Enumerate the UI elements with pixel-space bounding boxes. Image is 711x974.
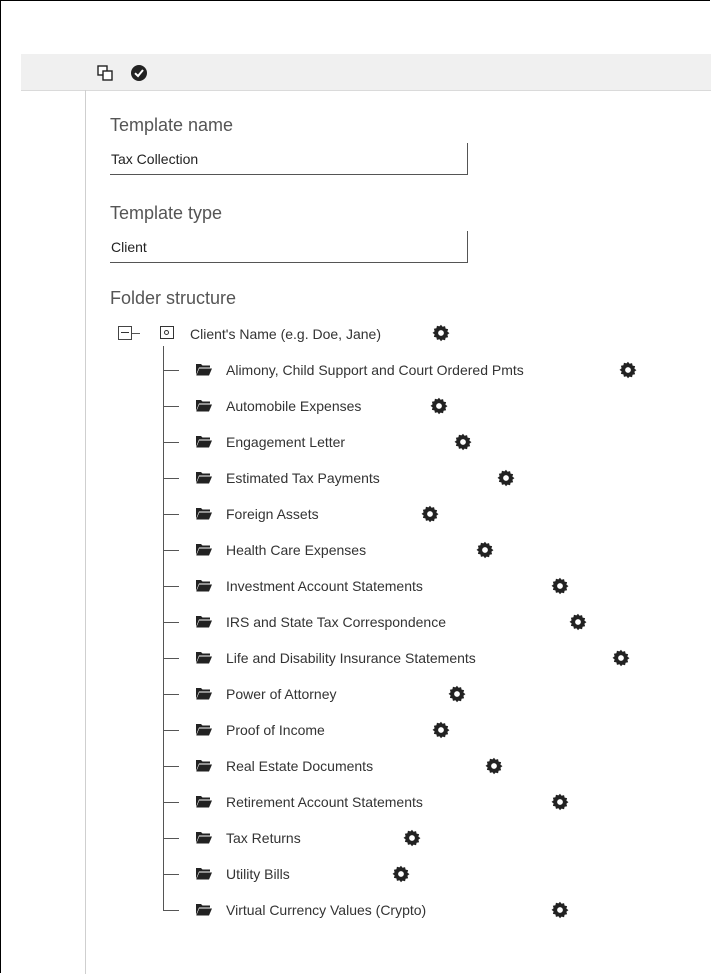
- tree-connector: [163, 478, 179, 479]
- tree-folder-label: Life and Disability Insurance Statements: [226, 650, 476, 666]
- tree-folder-item[interactable]: Life and Disability Insurance Statements: [163, 646, 711, 670]
- tree-folder-label: IRS and State Tax Correspondence: [226, 614, 446, 630]
- tree-connector: [163, 802, 179, 803]
- tree-folder-item[interactable]: Estimated Tax Payments: [163, 466, 711, 490]
- tree-folder-item[interactable]: Utility Bills: [163, 862, 711, 886]
- folder-open-icon: [196, 580, 212, 592]
- tree-folder-item[interactable]: Foreign Assets: [163, 502, 711, 526]
- tree-connector: [163, 874, 179, 875]
- folder-settings-gear-icon[interactable]: [551, 901, 569, 919]
- tree-folder-label: Investment Account Statements: [226, 578, 423, 594]
- folder-open-icon: [196, 544, 212, 556]
- tree-folder-item[interactable]: Engagement Letter: [163, 430, 711, 454]
- tree-folder-item[interactable]: Investment Account Statements: [163, 574, 711, 598]
- collapse-toggle-icon[interactable]: [118, 326, 132, 340]
- folder-open-icon: [196, 400, 212, 412]
- folder-open-icon: [196, 652, 212, 664]
- tree-folder-label: Health Care Expenses: [226, 542, 367, 558]
- folder-open-icon: [196, 904, 212, 916]
- tree-connector: [163, 730, 179, 731]
- folder-settings-gear-icon[interactable]: [430, 397, 448, 415]
- tree-folder-label: Proof of Income: [226, 722, 325, 738]
- folder-settings-gear-icon[interactable]: [403, 829, 421, 847]
- tree-connector: [163, 622, 179, 623]
- template-type-value: Client: [111, 239, 147, 255]
- tree-connector: [163, 658, 179, 659]
- tree-folder-item[interactable]: Proof of Income: [163, 718, 711, 742]
- folder-settings-gear-icon[interactable]: [612, 649, 630, 667]
- folder-open-icon: [196, 616, 212, 628]
- tree-folder-item[interactable]: Alimony, Child Support and Court Ordered…: [163, 358, 711, 382]
- folder-settings-gear-icon[interactable]: [448, 685, 466, 703]
- tree-connector: [163, 766, 179, 767]
- tree-folder-item[interactable]: Tax Returns: [163, 826, 711, 850]
- folder-open-icon: [196, 364, 212, 376]
- tree-connector: [163, 910, 179, 911]
- folder-open-icon: [196, 832, 212, 844]
- content-left-border: [85, 90, 86, 974]
- folder-open-icon: [196, 760, 212, 772]
- folder-settings-gear-icon[interactable]: [485, 757, 503, 775]
- tree-folder-item[interactable]: Real Estate Documents: [163, 754, 711, 778]
- template-type-label: Template type: [110, 203, 223, 223]
- tree-folder-label: Real Estate Documents: [226, 758, 374, 774]
- tree-connector: [163, 514, 179, 515]
- tree-folder-label: Foreign Assets: [226, 506, 319, 522]
- template-type-field[interactable]: Client: [110, 231, 468, 263]
- tree-connector: [163, 694, 179, 695]
- tree-folder-item[interactable]: Automobile Expenses: [163, 394, 711, 418]
- template-name-value: Tax Collection: [111, 151, 199, 167]
- folder-settings-gear-icon[interactable]: [432, 721, 450, 739]
- tree-connector: [163, 406, 179, 407]
- tree-root-label: Client's Name (e.g. Doe, Jane): [190, 326, 381, 342]
- folder-settings-gear-icon[interactable]: [392, 865, 410, 883]
- folder-open-icon: [196, 472, 212, 484]
- tree-connector: [163, 586, 179, 587]
- tree-folder-label: Engagement Letter: [226, 434, 346, 450]
- folder-open-icon: [196, 796, 212, 808]
- template-name-field[interactable]: Tax Collection: [110, 143, 468, 175]
- tree-connector: [132, 333, 140, 334]
- folder-open-icon: [196, 688, 212, 700]
- folder-open-icon: [196, 508, 212, 520]
- folder-settings-gear-icon[interactable]: [551, 793, 569, 811]
- folder-open-icon: [196, 868, 212, 880]
- folder-settings-gear-icon[interactable]: [551, 577, 569, 595]
- tree-folder-label: Tax Returns: [226, 830, 301, 846]
- client-folder-icon: [160, 326, 174, 339]
- tree-folder-item[interactable]: Retirement Account Statements: [163, 790, 711, 814]
- tree-folder-label: Automobile Expenses: [226, 398, 362, 414]
- tree-connector: [163, 442, 179, 443]
- folder-settings-gear-icon[interactable]: [476, 541, 494, 559]
- tree-root-node[interactable]: Client's Name (e.g. Doe, Jane): [118, 322, 711, 346]
- folder-open-icon: [196, 724, 212, 736]
- tree-folder-label: Retirement Account Statements: [226, 794, 423, 810]
- tree-folder-item[interactable]: IRS and State Tax Correspondence: [163, 610, 711, 634]
- check-circle-icon[interactable]: [129, 63, 149, 83]
- template-name-label: Template name: [110, 115, 234, 135]
- folder-settings-gear-icon[interactable]: [497, 469, 515, 487]
- tree-folder-label: Power of Attorney: [226, 686, 337, 702]
- copy-icon[interactable]: [95, 63, 115, 83]
- folder-settings-gear-icon[interactable]: [619, 361, 637, 379]
- tree-connector: [163, 370, 179, 371]
- tree-folder-item[interactable]: Virtual Currency Values (Crypto): [163, 898, 711, 922]
- tree-folder-label: Alimony, Child Support and Court Ordered…: [226, 362, 524, 378]
- folder-structure-label: Folder structure: [110, 288, 237, 308]
- tree-folder-label: Virtual Currency Values (Crypto): [226, 902, 427, 918]
- tree-folder-item[interactable]: Power of Attorney: [163, 682, 711, 706]
- toolbar: [21, 54, 711, 91]
- root-settings-gear-icon[interactable]: [432, 324, 450, 342]
- folder-settings-gear-icon[interactable]: [569, 613, 587, 631]
- folder-open-icon: [196, 436, 212, 448]
- tree-folder-item[interactable]: Health Care Expenses: [163, 538, 711, 562]
- tree-connector: [163, 550, 179, 551]
- tree-folder-label: Utility Bills: [226, 866, 290, 882]
- tree-connector: [163, 838, 179, 839]
- folder-settings-gear-icon[interactable]: [421, 505, 439, 523]
- folder-settings-gear-icon[interactable]: [454, 433, 472, 451]
- tree-folder-label: Estimated Tax Payments: [226, 470, 380, 486]
